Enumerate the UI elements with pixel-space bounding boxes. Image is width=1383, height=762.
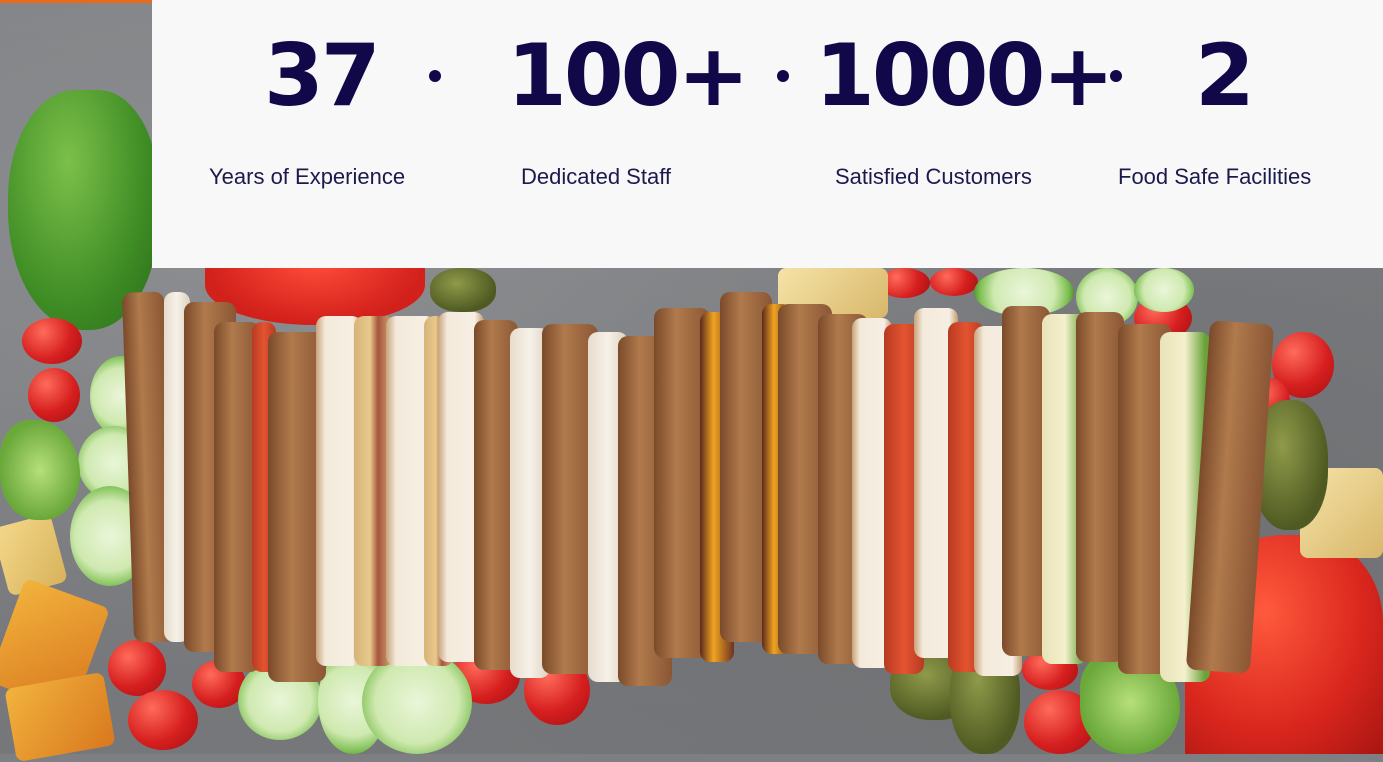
stat-label-staff: Dedicated Staff bbox=[521, 164, 672, 189]
stat-separator-dot bbox=[1110, 70, 1122, 82]
stat-value-staff: 100+ bbox=[507, 26, 750, 126]
stats-panel: 37 100+ 1000+ 2 Years of Experience Dedi… bbox=[152, 0, 1383, 268]
stat-label-years: Years of Experience bbox=[209, 164, 406, 189]
stat-value-facilities: 2 bbox=[1195, 26, 1255, 126]
stat-label-facilities: Food Safe Facilities bbox=[1118, 164, 1312, 189]
sandwich-row bbox=[118, 291, 1275, 686]
stat-value-customers: 1000+ bbox=[815, 26, 1114, 126]
bread-slice bbox=[1076, 312, 1124, 662]
lettuce-leaf bbox=[0, 420, 80, 520]
stat-value-years: 37 bbox=[264, 26, 381, 126]
stat-label-customers: Satisfied Customers bbox=[835, 164, 1032, 189]
cherry-tomato bbox=[22, 318, 82, 364]
stat-separator-dot bbox=[429, 70, 441, 82]
cherry-tomato bbox=[28, 368, 80, 422]
accent-strip bbox=[0, 0, 152, 3]
tortilla-chip bbox=[4, 671, 116, 762]
cherry-tomato bbox=[128, 690, 198, 750]
stat-separator-dot bbox=[777, 70, 789, 82]
